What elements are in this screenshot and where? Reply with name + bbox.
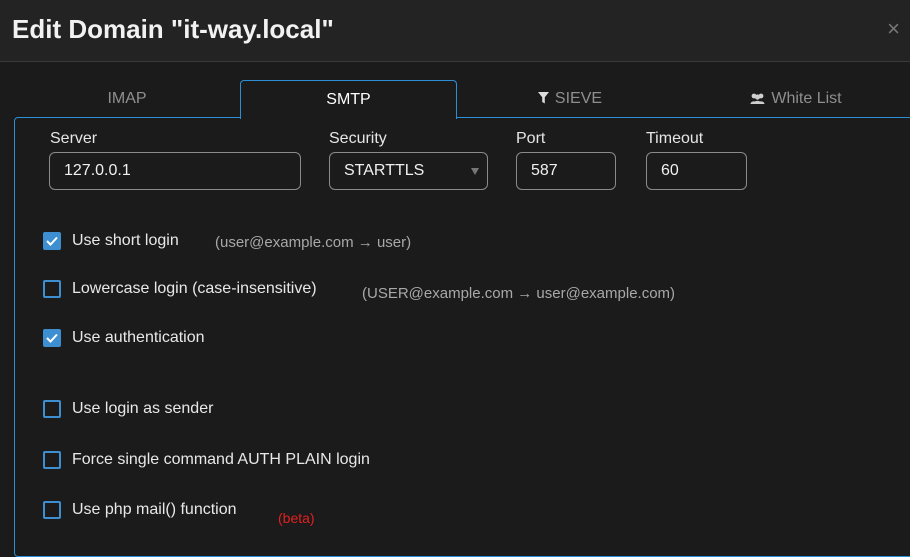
- option-label: Use login as sender: [72, 400, 214, 417]
- timeout-input[interactable]: 60: [646, 152, 747, 190]
- checkmark-icon: [46, 236, 58, 246]
- option-label: Use short login: [72, 232, 179, 249]
- filter-icon: [537, 91, 549, 107]
- tab-bar: IMAP SMTP SIEVE White List: [14, 80, 910, 119]
- server-value: 127.0.0.1: [64, 162, 131, 179]
- server-input[interactable]: 127.0.0.1: [49, 152, 301, 190]
- port-label: Port: [516, 130, 546, 147]
- tab-label: White List: [771, 90, 842, 107]
- server-label: Server: [50, 130, 98, 147]
- option-use-php-mail[interactable]: Use php mail() function: [43, 499, 237, 521]
- security-label: Security: [329, 130, 387, 147]
- beta-badge: (beta): [278, 510, 315, 526]
- users-icon: [750, 92, 765, 107]
- checkbox[interactable]: [43, 232, 61, 250]
- timeout-label: Timeout: [646, 130, 704, 147]
- timeout-value: 60: [661, 162, 679, 179]
- checkbox[interactable]: [43, 451, 61, 469]
- option-hint: (user@example.com → user): [215, 234, 412, 251]
- option-label: Lowercase login (case-insensitive): [72, 280, 317, 297]
- option-use-login-as-sender[interactable]: Use login as sender: [43, 398, 213, 420]
- tab-label: SIEVE: [554, 90, 603, 107]
- option-force-auth-plain[interactable]: Force single command AUTH PLAIN login: [43, 449, 370, 471]
- tab-white-list[interactable]: White List: [683, 80, 909, 118]
- chevron-down-icon: [471, 168, 479, 175]
- close-icon[interactable]: ×: [887, 18, 900, 40]
- dialog-header: Edit Domain "it-way.local" ×: [0, 0, 910, 62]
- port-input[interactable]: 587: [516, 152, 616, 190]
- checkmark-icon: [46, 333, 58, 343]
- option-label: Force single command AUTH PLAIN login: [72, 451, 370, 468]
- checkbox[interactable]: [43, 501, 61, 519]
- option-label: Use authentication: [72, 329, 205, 346]
- tab-label: IMAP: [107, 90, 147, 107]
- checkbox[interactable]: [43, 329, 61, 347]
- checkbox[interactable]: [43, 400, 61, 418]
- tab-sieve[interactable]: SIEVE: [457, 80, 683, 118]
- security-value: STARTTLS: [344, 162, 425, 179]
- option-hint: (USER@example.com → user@example.com): [362, 285, 676, 302]
- option-lowercase-login[interactable]: Lowercase login (case-insensitive): [43, 278, 317, 300]
- option-use-short-login[interactable]: Use short login: [43, 230, 179, 252]
- security-select[interactable]: STARTTLS: [329, 152, 488, 190]
- tab-imap[interactable]: IMAP: [14, 80, 240, 118]
- dialog-title: Edit Domain "it-way.local": [12, 14, 334, 44]
- port-value: 587: [531, 162, 558, 179]
- option-use-authentication[interactable]: Use authentication: [43, 327, 205, 349]
- tab-label: SMTP: [326, 91, 371, 108]
- tab-smtp[interactable]: SMTP: [240, 80, 457, 119]
- checkbox[interactable]: [43, 280, 61, 298]
- option-label: Use php mail() function: [72, 501, 237, 518]
